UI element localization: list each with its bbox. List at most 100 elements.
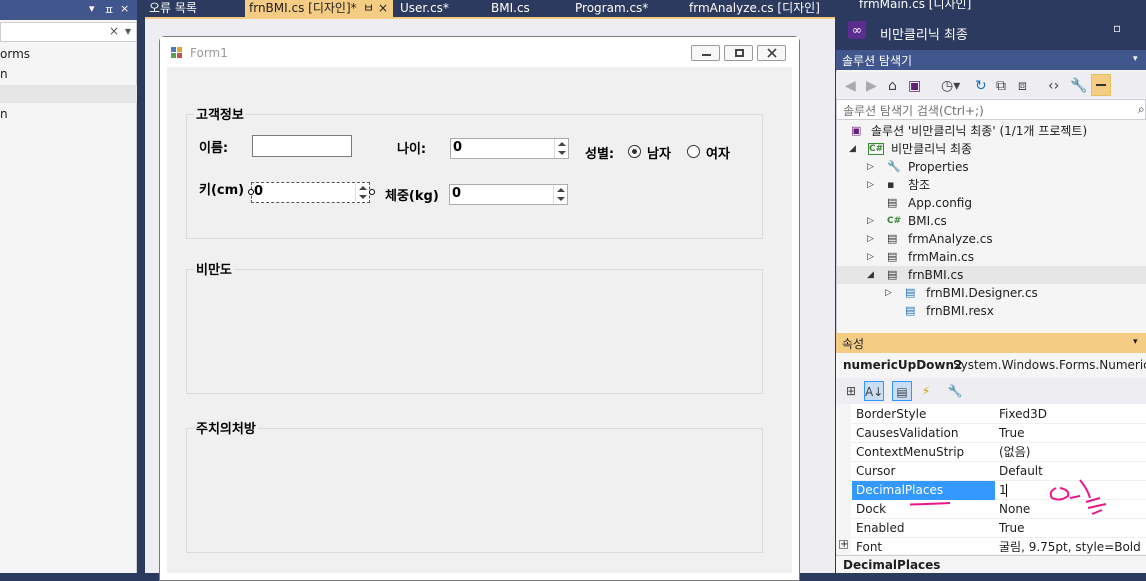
- minimize-button[interactable]: [691, 45, 720, 61]
- female-radio[interactable]: [687, 145, 700, 158]
- age-spin-buttons[interactable]: [554, 139, 568, 158]
- tree-item-app-config[interactable]: ▤ App.config: [837, 194, 1146, 212]
- pin-icon[interactable]: ㅂ: [363, 0, 374, 17]
- categorized-icon[interactable]: ⊞: [841, 381, 861, 401]
- refresh-icon[interactable]: ↻: [975, 78, 987, 94]
- maximize-button[interactable]: [724, 45, 753, 61]
- close-icon[interactable]: ×: [378, 0, 388, 17]
- spin-down-icon[interactable]: [557, 197, 565, 201]
- tab-frnbmi-designer[interactable]: frnBMI.cs [디자인]* ㅂ ×: [245, 0, 393, 17]
- weight-numeric-updown[interactable]: 0: [449, 184, 568, 205]
- show-all-files-icon[interactable]: ⧈: [1018, 78, 1027, 94]
- collapse-arrow-icon[interactable]: ▷: [867, 230, 874, 248]
- height-spin-buttons[interactable]: [355, 183, 369, 202]
- forward-icon[interactable]: ▶: [866, 78, 877, 94]
- property-name: CausesValidation: [856, 426, 959, 440]
- toolbox-item[interactable]: n: [0, 65, 137, 83]
- properties-titlebar[interactable]: 속성 ▾: [836, 333, 1146, 353]
- property-value[interactable]: Fixed3D: [999, 405, 1047, 424]
- weight-spin-buttons[interactable]: [553, 185, 567, 204]
- search-icon[interactable]: ⌕: [1138, 102, 1145, 117]
- toolbox-item[interactable]: orms: [0, 45, 137, 63]
- toolbox-search-input[interactable]: × ▾: [0, 22, 137, 42]
- property-value[interactable]: (없음): [999, 443, 1030, 462]
- expand-arrow-icon[interactable]: ◢: [849, 140, 856, 158]
- collapse-arrow-icon[interactable]: ▷: [885, 284, 892, 302]
- tab-bmi-cs[interactable]: BMI.cs: [487, 0, 571, 17]
- age-numeric-updown[interactable]: 0: [450, 138, 569, 159]
- name-label: 이름:: [199, 141, 229, 156]
- spin-down-icon[interactable]: [558, 151, 566, 155]
- tree-item-references[interactable]: ▷ ▪ 참조: [837, 176, 1146, 194]
- property-pages-icon[interactable]: 🔧: [945, 381, 965, 401]
- solution-explorer-titlebar[interactable]: 솔루션 탐색기 ▾: [836, 50, 1146, 70]
- solution-explorer-search-input[interactable]: 솔루션 탐색기 검색(Ctrl+;) ⌕: [836, 99, 1146, 120]
- expand-arrow-icon[interactable]: ◢: [867, 266, 874, 284]
- tree-item-project[interactable]: ◢ C# 비만클리닉 최종: [837, 140, 1146, 158]
- selection-handle-left[interactable]: [248, 189, 254, 195]
- tree-item-frnbmi-resx[interactable]: ▤ frnBMI.resx: [837, 302, 1146, 320]
- tree-item-frnbmi-designer-cs[interactable]: ▷ ▤ frnBMI.Designer.cs: [837, 284, 1146, 302]
- events-lightning-icon[interactable]: ⚡: [916, 381, 936, 401]
- spin-up-icon[interactable]: [558, 142, 566, 146]
- tab-program-cs[interactable]: Program.cs*: [571, 0, 685, 17]
- tree-item-frmmain-cs[interactable]: ▷ ▤ frmMain.cs: [837, 248, 1146, 266]
- female-label: 여자: [706, 147, 730, 162]
- history-icon[interactable]: ◷▾: [941, 78, 960, 94]
- collapse-all-icon[interactable]: ⧉: [996, 78, 1006, 94]
- selection-handle-right[interactable]: [369, 189, 375, 195]
- property-row-borderstyle[interactable]: BorderStyle Fixed3D: [851, 405, 1146, 424]
- collapse-arrow-icon[interactable]: ▷: [867, 176, 874, 194]
- collapse-arrow-icon[interactable]: ▷: [867, 158, 874, 176]
- panel-splitter[interactable]: [137, 0, 145, 573]
- spin-up-icon[interactable]: [557, 188, 565, 192]
- collapse-arrow-icon[interactable]: ▷: [867, 248, 874, 266]
- groupbox-customer-info[interactable]: [186, 114, 763, 239]
- dropdown-icon[interactable]: ▾: [1133, 337, 1138, 347]
- collapse-arrow-icon[interactable]: ▷: [867, 212, 874, 230]
- name-input[interactable]: [252, 135, 352, 157]
- handwritten-annotation-mark: [910, 479, 1107, 515]
- pin-icon[interactable]: ㅍ: [104, 2, 114, 18]
- toolbox-item[interactable]: n: [0, 105, 137, 123]
- back-icon[interactable]: ◀: [845, 78, 856, 94]
- tab-frmanalyze-designer[interactable]: frmAnalyze.cs [디자인]: [685, 0, 831, 17]
- tree-item-label: frnBMI.resx: [926, 304, 994, 318]
- clear-icon[interactable]: ×: [109, 24, 119, 38]
- groupbox-prescription[interactable]: [186, 428, 763, 553]
- properties-object-selector[interactable]: numericUpDown2 System.Windows.Forms.Nume…: [836, 353, 1146, 378]
- view-code-icon[interactable]: ‹›: [1048, 78, 1059, 94]
- male-radio[interactable]: [628, 145, 641, 158]
- config-file-icon: ▤: [887, 196, 898, 209]
- tree-item-frnbmi-cs[interactable]: ◢ ▤ frnBMI.cs: [837, 266, 1146, 284]
- tab-frmmain-designer[interactable]: frmMain.cs [디자인]: [855, 0, 995, 13]
- tree-item-frmanalyze-cs[interactable]: ▷ ▤ frmAnalyze.cs: [837, 230, 1146, 248]
- close-button[interactable]: [757, 45, 786, 61]
- properties-wrench-icon[interactable]: 🔧: [1070, 78, 1087, 94]
- toolbox-item[interactable]: [0, 85, 137, 103]
- alphabetical-icon[interactable]: A↓: [864, 381, 884, 401]
- property-row-causesvalidation[interactable]: CausesValidation True: [851, 424, 1146, 443]
- expand-plus-icon[interactable]: +: [839, 540, 848, 550]
- close-icon[interactable]: ×: [120, 2, 129, 15]
- spin-down-icon[interactable]: [359, 195, 367, 199]
- dropdown-icon[interactable]: ▾: [1133, 54, 1138, 64]
- maximize-icon[interactable]: ▫: [1113, 21, 1121, 35]
- property-row-contextmenustrip[interactable]: ContextMenuStrip (없음): [851, 443, 1146, 462]
- vs-switch-view-icon[interactable]: ▣: [908, 78, 921, 94]
- preview-selected-toggle[interactable]: [1091, 74, 1111, 96]
- tree-item-solution[interactable]: ▣ 솔루션 '비만클리닉 최종' (1/1개 프로젝트): [837, 122, 1146, 140]
- tab-user-cs[interactable]: User.cs*: [396, 0, 486, 17]
- search-dropdown-icon[interactable]: ▾: [125, 24, 131, 38]
- home-icon[interactable]: ⌂: [888, 78, 897, 94]
- spin-up-icon[interactable]: [359, 186, 367, 190]
- tab-error-list[interactable]: 오류 목록: [145, 0, 245, 17]
- tree-item-bmi-cs[interactable]: ▷ C# BMI.cs: [837, 212, 1146, 230]
- height-numeric-updown[interactable]: 0: [251, 182, 370, 203]
- properties-view-icon[interactable]: ▤: [892, 381, 912, 401]
- property-value[interactable]: True: [999, 424, 1025, 443]
- dropdown-icon[interactable]: ▾: [89, 2, 95, 15]
- height-label: 키(cm): [199, 183, 245, 198]
- tree-item-properties[interactable]: ▷ 🔧 Properties: [837, 158, 1146, 176]
- groupbox-obesity[interactable]: [186, 269, 763, 394]
